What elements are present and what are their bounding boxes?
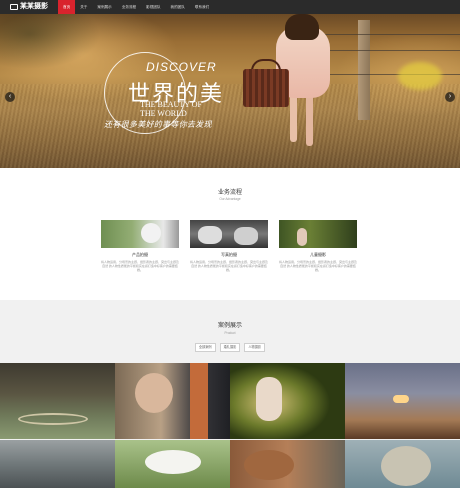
menu-item-film-team[interactable]: 影视团队: [141, 0, 165, 14]
slider-prev-button[interactable]: ‹: [5, 92, 15, 102]
hero-eyebrow: DISCOVER: [146, 60, 217, 74]
animal-shape: [234, 227, 258, 245]
hero-basket: [243, 69, 289, 107]
case-image-girl-field[interactable]: [230, 363, 345, 439]
hero-subtitle: 还有很多美好的事等你去发现: [104, 120, 212, 129]
hero-banner: DISCOVER 世界的美 THE BEAUTY OF THE WORLD 还有…: [0, 14, 460, 168]
menu-item-home[interactable]: 首页: [58, 0, 76, 14]
girl-face-shape: [135, 373, 173, 413]
slider-next-button[interactable]: ›: [445, 92, 455, 102]
hero-grass-field: [0, 84, 460, 168]
path-shape: [18, 413, 88, 425]
fence-post: [358, 20, 370, 120]
child-shape: [256, 377, 282, 421]
service-card[interactable]: 儿童摄影 将人物运用，分场景的主题，摄影者的主题，突出与主题及自然 的人物性质能…: [279, 220, 357, 272]
main-menu: 首页 关于 案例展示 业务流程 影视团队 我的团队 联系我们: [58, 0, 214, 14]
menu-item-process[interactable]: 业务流程: [117, 0, 141, 14]
child-shape: [297, 228, 307, 246]
headlights-shape: [393, 395, 409, 403]
hero-bokeh: [398, 62, 442, 90]
case-image-dog-cat[interactable]: [230, 440, 345, 488]
cases-title: 案例展示: [217, 323, 242, 329]
case-image-girl-window[interactable]: [115, 363, 230, 439]
hero-girl-leg: [306, 94, 313, 146]
filter-wedding[interactable]: 婚礼摄影: [219, 343, 241, 352]
dog-shape: [244, 450, 294, 480]
hero-title-en: THE BEAUTY OF THE WORLD: [140, 100, 202, 118]
filter-portrait[interactable]: 人物摄影: [244, 343, 266, 352]
hero-girl-leg: [290, 94, 297, 142]
case-image-forest-path[interactable]: [0, 363, 115, 439]
service-image: [101, 220, 179, 248]
services-title: 业务流程: [217, 190, 242, 196]
hero-girl-hair: [285, 14, 319, 40]
logo-text: 某某摄影: [20, 3, 48, 10]
camera-icon: [10, 4, 18, 10]
filter-all[interactable]: 全部案例: [194, 343, 216, 352]
menu-item-about[interactable]: 关于: [75, 0, 92, 14]
service-label: 儿童摄影: [310, 252, 326, 257]
service-card[interactable]: 产品拍摄 将人物运用，分场景的主题，摄影者的主题，突出与主题及自然 的人物性质能…: [101, 220, 179, 272]
fence-wire: [320, 34, 460, 35]
case-image-flower[interactable]: [115, 440, 230, 488]
service-card[interactable]: 写真拍摄 将人物运用，分场景的主题，摄影者的主题，突出与主题及自然 的人物性质能…: [190, 220, 268, 272]
window-frame: [190, 363, 208, 439]
dandelion-shape: [141, 223, 161, 243]
fence-wire: [320, 50, 460, 51]
menu-item-cases[interactable]: 案例展示: [92, 0, 116, 14]
services-subtitle: Our Advantage: [219, 197, 241, 201]
service-label: 写真拍摄: [221, 252, 237, 257]
top-nav: 某某摄影 首页 关于 案例展示 业务流程 影视团队 我的团队 联系我们: [0, 0, 460, 14]
logo[interactable]: 某某摄影: [10, 0, 48, 14]
bird-shape: [381, 446, 431, 486]
service-desc: 将人物运用，分场景的主题，摄影者的主题，突出与主题及自然 的人物性质能的平衡和实…: [101, 260, 180, 272]
case-filters: 全部案例 婚礼摄影 人物摄影: [0, 343, 460, 352]
service-image: [190, 220, 268, 248]
hero-bg-shade: [0, 14, 120, 74]
case-image-bird[interactable]: [345, 440, 460, 488]
case-image-sky[interactable]: [0, 440, 115, 488]
animal-shape: [198, 226, 222, 244]
menu-item-contact[interactable]: 联系我们: [190, 0, 214, 14]
flower-shape: [145, 450, 201, 474]
service-image: [279, 220, 357, 248]
menu-item-our-team[interactable]: 我的团队: [166, 0, 190, 14]
service-label: 产品拍摄: [132, 252, 148, 257]
cases-subtitle: Product: [224, 331, 236, 335]
service-desc: 将人物运用，分场景的主题，摄影者的主题，突出与主题及自然 的人物性质能的平衡和实…: [279, 260, 358, 272]
case-image-road-lights[interactable]: [345, 363, 460, 439]
service-desc: 将人物运用，分场景的主题，摄影者的主题，突出与主题及自然 的人物性质能的平衡和实…: [190, 260, 269, 272]
